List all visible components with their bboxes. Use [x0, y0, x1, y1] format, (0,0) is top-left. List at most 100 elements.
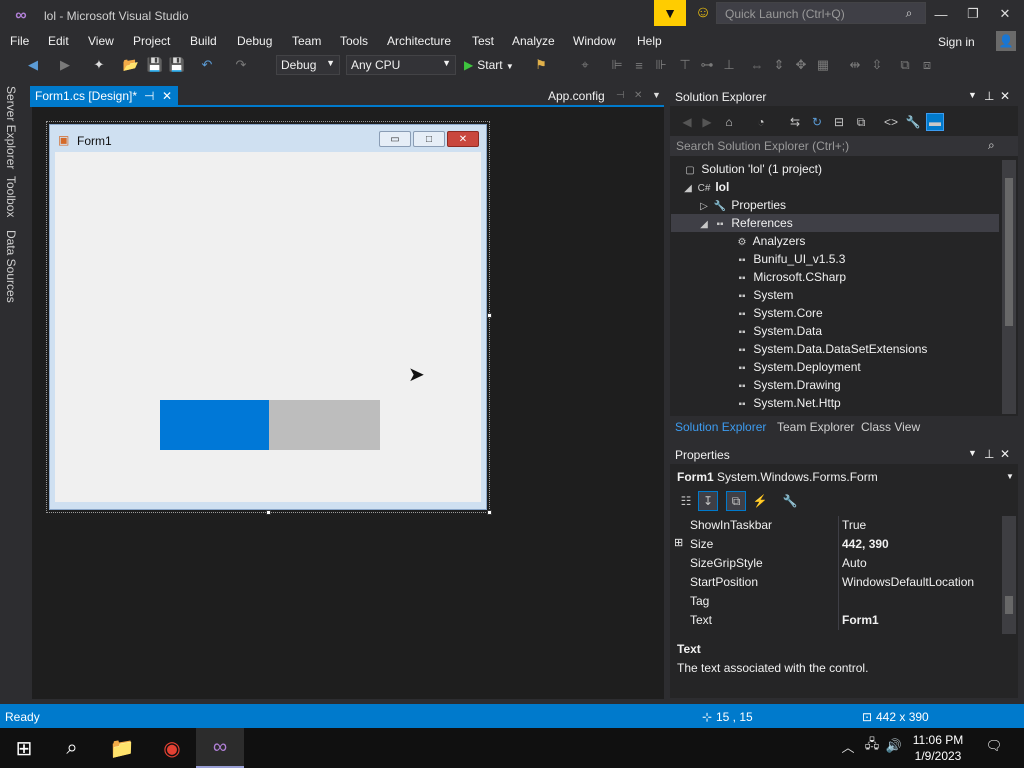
property-row[interactable]: Text Form1: [672, 611, 1002, 630]
menu-build[interactable]: Build: [190, 34, 217, 48]
pending-changes-filter-icon[interactable]: ◔: [752, 113, 770, 131]
menu-tools[interactable]: Tools: [340, 34, 368, 48]
close-icon[interactable]: ✕: [990, 4, 1020, 24]
sync-with-document-icon[interactable]: ⇆: [786, 113, 804, 131]
sign-in-link[interactable]: Sign in: [938, 35, 975, 49]
align-middles-icon[interactable]: ⊶: [698, 56, 716, 74]
toolbox-tab[interactable]: Toolbox: [4, 176, 18, 217]
property-value[interactable]: True: [842, 518, 866, 532]
tree-ref-item[interactable]: ▪▪ Microsoft.CSharp: [734, 270, 846, 284]
preview-selected-icon[interactable]: ▬: [926, 113, 944, 131]
property-object-selector[interactable]: Form1 System.Windows.Forms.Form: [677, 470, 878, 484]
collapse-all-icon[interactable]: ⊟: [830, 113, 848, 131]
tree-references[interactable]: ◢ ▪▪ References: [696, 216, 793, 230]
chrome-icon[interactable]: ◉: [148, 728, 196, 768]
align-to-grid-icon[interactable]: ⌖: [576, 56, 594, 74]
restore-icon[interactable]: ❐: [958, 4, 988, 24]
visual-studio-taskbar-icon[interactable]: ∞: [196, 728, 244, 768]
file-explorer-icon[interactable]: 📁: [98, 728, 146, 768]
chevron-down-icon[interactable]: ▼: [968, 90, 977, 100]
properties-view-icon[interactable]: ⧉: [726, 491, 746, 511]
menu-debug[interactable]: Debug: [237, 34, 272, 48]
menu-help[interactable]: Help: [637, 34, 662, 48]
navigate-back-icon[interactable]: ◀: [24, 56, 42, 74]
resize-handle-right[interactable]: [487, 313, 492, 318]
feedback-smile-icon[interactable]: ☺: [694, 4, 712, 22]
close-tab-icon[interactable]: ✕: [162, 89, 172, 103]
tree-ref-item[interactable]: ▪▪ System.Deployment: [734, 360, 860, 374]
menu-edit[interactable]: Edit: [48, 34, 69, 48]
minimize-icon[interactable]: —: [926, 4, 956, 24]
property-value[interactable]: 442, 390: [842, 537, 889, 551]
close-icon[interactable]: ✕: [1000, 447, 1010, 461]
property-value[interactable]: WindowsDefaultLocation: [842, 575, 974, 589]
expand-plus-icon[interactable]: ⊞: [674, 536, 683, 549]
scrollbar-thumb[interactable]: [1005, 178, 1013, 326]
search-icon[interactable]: ⌕: [48, 728, 96, 768]
solution-configuration-select[interactable]: Debug ▼: [276, 55, 340, 75]
pin-icon[interactable]: ⊣: [144, 89, 154, 103]
refresh-icon[interactable]: ↻: [808, 113, 826, 131]
progress-bar-track[interactable]: [269, 400, 380, 450]
server-explorer-tab[interactable]: Server Explorer: [4, 86, 18, 169]
search-icon[interactable]: ⌕: [988, 138, 995, 153]
chevron-down-icon[interactable]: ▼: [968, 448, 977, 458]
menu-analyze[interactable]: Analyze: [512, 34, 555, 48]
alphabetical-icon[interactable]: ↧: [698, 491, 718, 511]
tab-solution-explorer[interactable]: Solution Explorer: [675, 420, 766, 434]
align-bottoms-icon[interactable]: ⊥: [720, 56, 738, 74]
save-all-icon[interactable]: 💾: [168, 56, 186, 74]
property-pages-icon[interactable]: 🔧: [780, 491, 800, 511]
property-row[interactable]: SizeGripStyle Auto: [672, 554, 1002, 573]
bring-to-front-icon[interactable]: ⧉: [896, 56, 914, 74]
menu-team[interactable]: Team: [292, 34, 321, 48]
tree-project[interactable]: ◢ C# lol: [680, 180, 729, 194]
align-tops-icon[interactable]: ⊤: [676, 56, 694, 74]
tab-class-view[interactable]: Class View: [861, 420, 920, 434]
make-same-size-icon[interactable]: ✥: [792, 56, 810, 74]
property-row[interactable]: ⊞ Size 442, 390: [672, 535, 1002, 554]
solution-platform-select[interactable]: Any CPU ▼: [346, 55, 456, 75]
new-project-icon[interactable]: ✦: [90, 56, 108, 74]
properties-scrollbar[interactable]: [1002, 516, 1016, 634]
close-icon[interactable]: ✕: [1000, 89, 1010, 103]
tab-overflow-icon[interactable]: ▼: [652, 90, 661, 100]
tree-ref-item[interactable]: ▪▪ System.Core: [734, 306, 822, 320]
search-icon[interactable]: ⌕: [900, 4, 918, 22]
tree-solution[interactable]: ▢ Solution 'lol' (1 project): [682, 162, 822, 176]
tree-ref-item[interactable]: ▪▪ System.Net.Http: [734, 396, 840, 410]
make-same-height-icon[interactable]: ⇕: [770, 56, 788, 74]
tree-properties[interactable]: ▷ 🔧 Properties: [696, 198, 786, 212]
solution-explorer-search-input[interactable]: Search Solution Explorer (Ctrl+;): [670, 136, 1018, 156]
volume-icon[interactable]: 🔊: [884, 736, 904, 756]
tab-app-config[interactable]: App.config: [548, 89, 605, 103]
redo-icon[interactable]: ↷: [232, 56, 250, 74]
tree-ref-item[interactable]: ▪▪ System.Data.DataSetExtensions: [734, 342, 927, 356]
categorized-icon[interactable]: ☷: [676, 491, 696, 511]
close-tab-icon[interactable]: ✕: [634, 90, 642, 101]
menu-architecture[interactable]: Architecture: [387, 34, 451, 48]
scrollbar-thumb[interactable]: [1005, 596, 1013, 614]
make-same-width-icon[interactable]: ⇔: [748, 56, 766, 74]
view-code-icon[interactable]: <>: [882, 113, 900, 131]
navigate-forward-icon[interactable]: ▶: [56, 56, 74, 74]
form-maximize-button[interactable]: □: [413, 131, 445, 147]
resize-handle-corner[interactable]: [487, 510, 492, 515]
menu-test[interactable]: Test: [472, 34, 494, 48]
account-avatar-icon[interactable]: 👤: [996, 31, 1016, 51]
send-to-back-icon[interactable]: ⧈: [918, 56, 936, 74]
tree-ref-item[interactable]: ⚙ Analyzers: [734, 234, 806, 248]
align-lefts-icon[interactable]: ⊫: [608, 56, 626, 74]
tree-ref-item[interactable]: ▪▪ System.Drawing: [734, 378, 840, 392]
menu-file[interactable]: File: [10, 34, 29, 48]
forward-icon[interactable]: ▶: [698, 113, 716, 131]
property-value[interactable]: Form1: [842, 613, 879, 627]
menu-project[interactable]: Project: [133, 34, 170, 48]
start-debugging-button[interactable]: ▶ Start ▼: [464, 58, 514, 72]
menu-window[interactable]: Window: [573, 34, 616, 48]
open-file-icon[interactable]: 📂: [122, 56, 140, 74]
notifications-icon[interactable]: 🗨: [984, 736, 1004, 756]
back-icon[interactable]: ◀: [678, 113, 696, 131]
property-row[interactable]: Tag: [672, 592, 1002, 611]
pin-icon[interactable]: ⊥: [984, 447, 994, 461]
